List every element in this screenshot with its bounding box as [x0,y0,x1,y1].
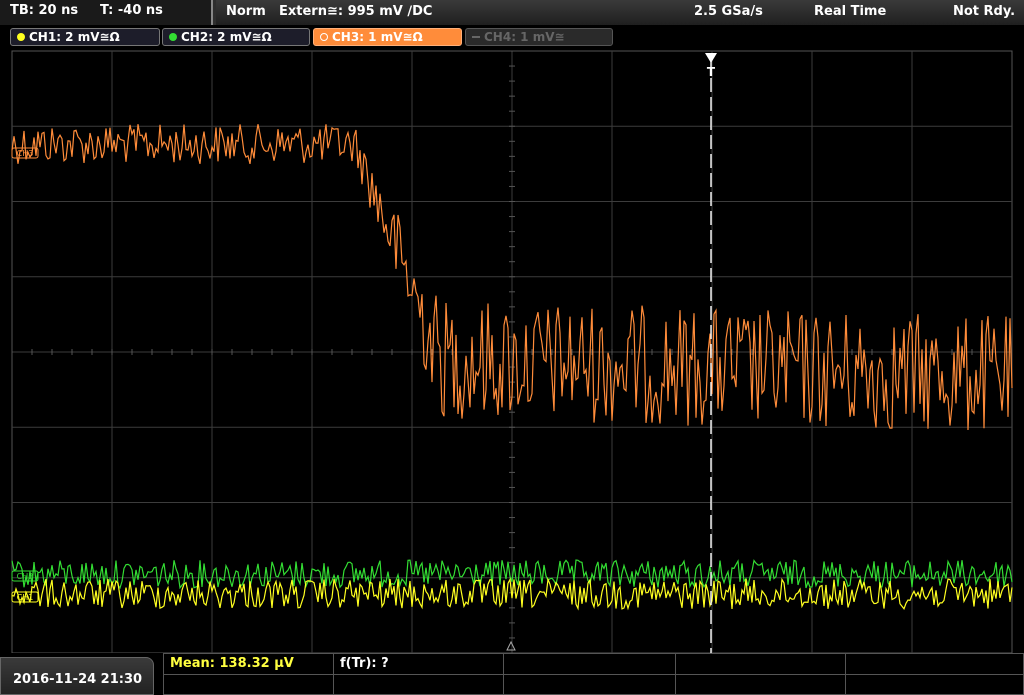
acquisition-status[interactable]: Norm Extern≅: 995 mV ∕DC 2.5 GSa/s Real … [216,0,1024,25]
measurement-cell-7[interactable] [334,674,504,695]
measurement-cell-4[interactable] [676,654,846,674]
waveform-display[interactable]: T CH3 CH2 CH1 [0,49,1024,653]
bottom-bar: 2016-11-24 21:30 Mean: 138.32 µV f(Tr): … [0,653,1024,695]
ch2-dot-icon [169,33,177,41]
sample-rate: 2.5 GSa/s [694,4,763,19]
ch4-dash-icon [472,36,480,38]
trigger-time-label: T: -40 ns [100,3,163,18]
tab-ch3[interactable]: CH3: 1 mV≅Ω [313,28,462,46]
tab-ch1[interactable]: CH1: 2 mV≅Ω [10,28,160,46]
measurement-ftr-cell[interactable]: f(Tr): ? [334,654,504,674]
measurement-panel[interactable]: Mean: 138.32 µV f(Tr): ? [163,653,1024,695]
channel-tab-row: CH1: 2 mV≅Ω CH2: 2 mV≅Ω CH3: 1 mV≅Ω CH4:… [0,25,1024,49]
ch2-offset-marker[interactable]: CH2 [11,570,39,582]
measurement-cell-3[interactable] [504,654,676,674]
measurement-cell-10[interactable] [846,674,1024,695]
acquisition-mode: Real Time [814,4,887,19]
trigger-source: Extern≅: 995 mV ∕DC [279,4,433,19]
tab-ch2[interactable]: CH2: 2 mV≅Ω [162,28,310,46]
trigger-marker-label: T [707,65,716,79]
measurement-ftr: f(Tr): ? [340,656,389,671]
datetime-box[interactable]: 2016-11-24 21:30 [0,657,154,695]
measurement-mean: Mean: 138.32 µV [170,656,294,671]
waveform-svg: T CH3 CH2 CH1 [11,50,1013,653]
ch3-marker-label: CH3 [17,149,34,158]
datetime-label: 2016-11-24 21:30 [13,672,143,687]
measurement-cell-8[interactable] [504,674,676,695]
measurement-mean-cell[interactable]: Mean: 138.32 µV [164,654,334,674]
measurement-cell-6[interactable] [164,674,334,695]
horizontal-center-icon [506,640,516,651]
tab-ch1-label: CH1: 2 mV≅Ω [29,30,120,44]
ch3-dot-icon [320,33,328,41]
ready-state: Not Rdy. [953,4,1016,19]
trigger-mode: Norm [226,4,266,19]
top-status-bar: TB: 20 ns T: -40 ns Norm Extern≅: 995 mV… [0,0,1024,25]
tab-ch3-label: CH3: 1 mV≅Ω [332,30,423,44]
tab-ch4[interactable]: CH4: 1 mV≅ [465,28,613,46]
ch2-marker-label: CH2 [17,572,34,581]
timebase-box[interactable]: TB: 20 ns T: -40 ns [0,0,213,25]
ch1-offset-marker[interactable]: CH1 [11,591,39,603]
timebase-label: TB: 20 ns [10,3,79,18]
measurement-cell-5[interactable] [846,654,1024,674]
measurement-cell-9[interactable] [676,674,846,695]
ch1-dot-icon [17,33,25,41]
oscilloscope-screen: TB: 20 ns T: -40 ns Norm Extern≅: 995 mV… [0,0,1024,695]
tab-ch2-label: CH2: 2 mV≅Ω [181,30,272,44]
ch1-marker-label: CH1 [17,593,34,602]
tab-ch4-label: CH4: 1 mV≅ [484,30,565,44]
ch3-offset-marker[interactable]: CH3 [11,147,39,159]
trigger-position-icon[interactable] [705,53,717,63]
